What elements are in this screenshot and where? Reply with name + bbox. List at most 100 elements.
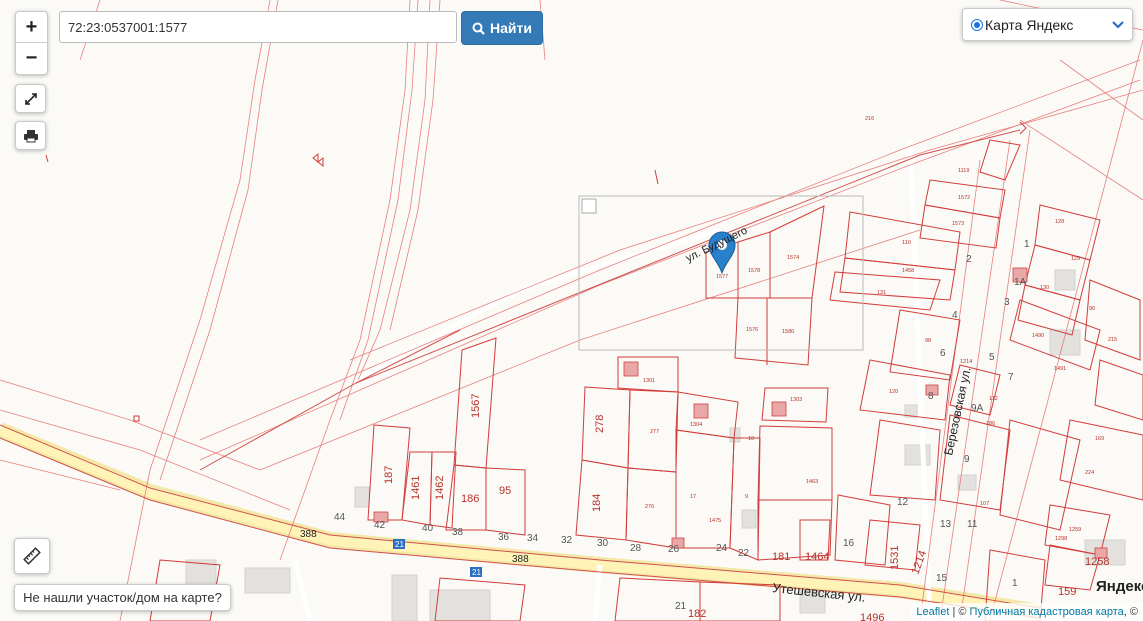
svg-text:215: 215	[1108, 337, 1117, 343]
svg-text:1304: 1304	[690, 422, 702, 428]
house-number: 32	[561, 535, 573, 546]
house-number: 6	[940, 348, 946, 359]
house-number: 24	[716, 543, 728, 554]
parcel-label: 1462	[434, 476, 446, 500]
svg-text:1490: 1490	[1032, 333, 1044, 339]
svg-text:90: 90	[1089, 306, 1095, 312]
parcel-label: 186	[461, 493, 479, 505]
house-number: 5	[989, 352, 995, 363]
svg-text:216: 216	[865, 116, 874, 122]
house-number: 8	[928, 391, 934, 402]
svg-text:1301: 1301	[643, 378, 655, 384]
search-icon	[472, 22, 485, 35]
parcel-label: 159	[1058, 586, 1076, 598]
svg-text:1578: 1578	[748, 268, 760, 274]
house-number: 42	[374, 520, 386, 531]
svg-text:224: 224	[1085, 470, 1094, 476]
house-number: 4	[952, 310, 958, 321]
svg-text:1458: 1458	[902, 268, 914, 274]
svg-text:1573: 1573	[952, 221, 964, 227]
parcel-label: 181	[772, 551, 790, 563]
house-number: 21	[675, 601, 687, 612]
search-input[interactable]	[59, 11, 457, 43]
house-number: 3	[1004, 297, 1010, 308]
house-number: 11	[967, 519, 978, 530]
svg-text:277: 277	[650, 429, 659, 435]
house-number: 13	[940, 519, 952, 530]
parcel-label: 95	[499, 485, 511, 497]
map-canvas[interactable]: ул. Будущего Березовская ул. Утешевская …	[0, 0, 1143, 621]
svg-text:1577: 1577	[716, 274, 728, 280]
house-number: 1	[1012, 578, 1018, 589]
svg-text:1463: 1463	[806, 479, 818, 485]
broken-image-icon	[581, 198, 597, 214]
fullscreen-button[interactable]	[15, 84, 46, 113]
house-number: 22	[738, 548, 750, 559]
house-number: 44	[334, 512, 346, 523]
svg-text:9: 9	[745, 494, 748, 500]
svg-text:1491: 1491	[1054, 366, 1066, 372]
road-number-label: 388	[300, 529, 317, 540]
house-number: 1	[1024, 239, 1030, 250]
svg-text:98: 98	[925, 338, 931, 344]
svg-text:1574: 1574	[787, 255, 799, 261]
zoom-out-button[interactable]: −	[16, 43, 47, 73]
house-number: 1А	[1014, 277, 1027, 288]
svg-text:112: 112	[989, 396, 998, 402]
search-button-label: Найти	[490, 20, 532, 36]
parcel-label: 182	[688, 608, 706, 620]
parcel-label: 278	[594, 415, 606, 433]
svg-text:110: 110	[902, 240, 911, 246]
svg-text:17: 17	[690, 494, 696, 500]
svg-text:1303: 1303	[790, 397, 802, 403]
house-number: 40	[422, 523, 434, 534]
parcel-label: 1496	[860, 612, 884, 621]
svg-text:21: 21	[472, 568, 481, 577]
svg-text:1576: 1576	[746, 327, 758, 333]
road-number-label-2: 388	[512, 554, 529, 565]
layer-select-value: Карта Яндекс	[985, 16, 1074, 33]
svg-text:1214: 1214	[960, 359, 972, 365]
svg-text:21: 21	[395, 540, 404, 549]
house-number: 7	[1008, 372, 1014, 383]
cadastral-map[interactable]: ул. Будущего Березовская ул. Утешевская …	[0, 0, 1143, 621]
fullscreen-icon	[24, 92, 37, 105]
svg-text:1298: 1298	[1055, 536, 1067, 542]
attribution-tail: , ©	[1123, 606, 1138, 618]
svg-text:186: 186	[986, 421, 995, 427]
house-number: 26	[668, 544, 680, 555]
measure-button[interactable]	[14, 538, 50, 574]
parcel-label: 1258	[1085, 556, 1109, 568]
house-number: 12	[897, 497, 909, 508]
not-found-button[interactable]: Не нашли участок/дом на карте?	[14, 584, 231, 611]
svg-text:1119: 1119	[958, 168, 969, 174]
svg-text:1259: 1259	[1069, 527, 1081, 533]
house-number: 38	[452, 527, 464, 538]
map-attribution: Leaflet | © Публичная кадастровая карта,…	[911, 603, 1143, 621]
parcel-label: 1567	[470, 394, 482, 418]
zoom-in-button[interactable]: +	[16, 12, 47, 43]
svg-text:120: 120	[889, 389, 898, 395]
layer-select[interactable]: Карта Яндекс	[962, 8, 1133, 41]
attribution-separator: | ©	[949, 606, 970, 618]
svg-text:1475: 1475	[709, 518, 721, 524]
parcel-label: 184	[591, 494, 603, 512]
svg-text:129: 129	[1071, 256, 1080, 262]
parcel-label: 1531	[889, 546, 901, 570]
house-number: 16	[843, 538, 855, 549]
house-number: 36	[498, 532, 510, 543]
house-number: 30	[597, 538, 609, 549]
house-number: 9А	[971, 403, 984, 414]
parcel-label: 187	[383, 466, 395, 484]
print-button[interactable]	[15, 121, 46, 150]
source-link[interactable]: Публичная кадастровая карта	[970, 606, 1124, 618]
leaflet-link[interactable]: Leaflet	[916, 606, 949, 618]
svg-text:130: 130	[1040, 285, 1049, 291]
search-button[interactable]: Найти	[461, 11, 543, 45]
radio-icon	[971, 18, 983, 31]
house-number: 34	[527, 533, 539, 544]
print-icon	[23, 129, 38, 142]
svg-text:1572: 1572	[958, 195, 970, 201]
house-number: 2	[966, 254, 972, 265]
house-number: 15	[936, 573, 948, 584]
